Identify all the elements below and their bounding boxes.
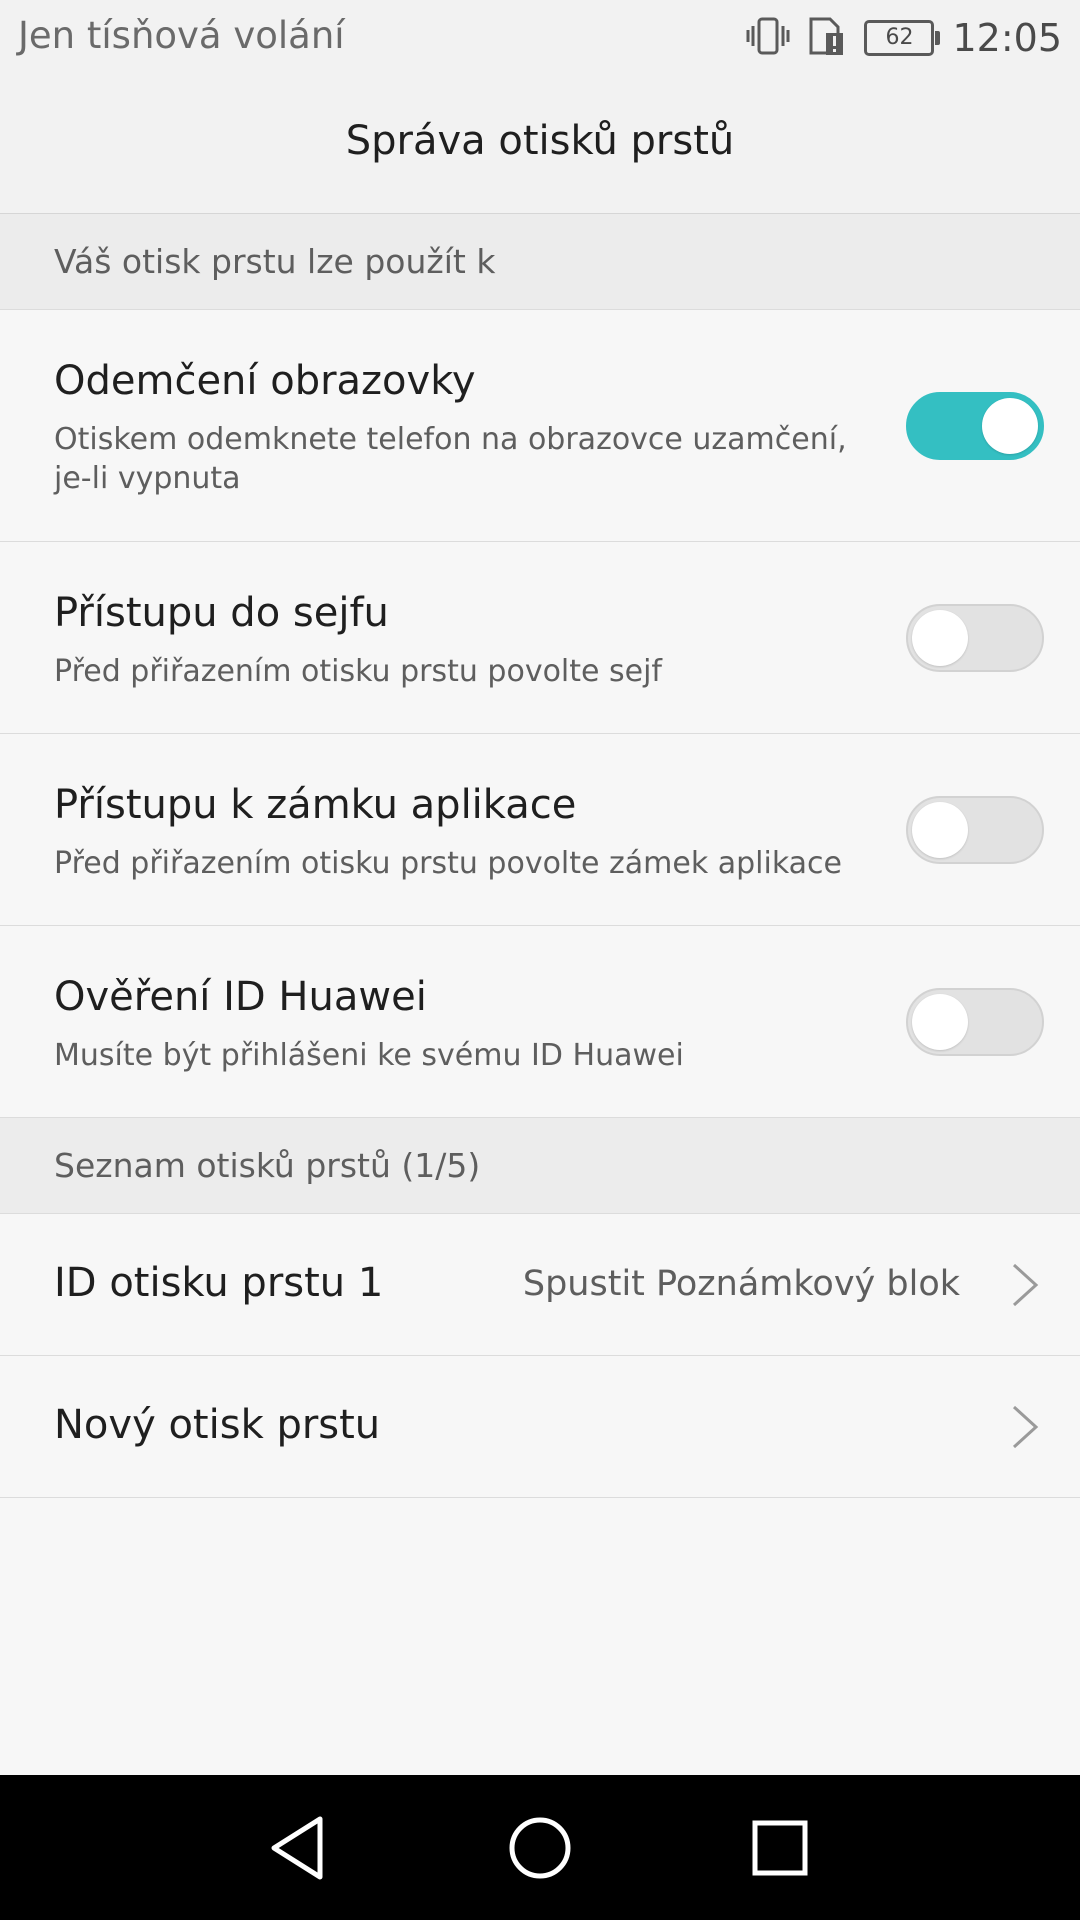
recents-icon[interactable] [743, 1811, 817, 1885]
section-header-fingerprint-list: Seznam otisků prstů (1/5) [0, 1118, 1080, 1214]
carrier-label: Jen tísňová volání [18, 14, 345, 57]
option-row-app-lock[interactable]: Přístupu k zámku aplikace Před přiřazení… [0, 734, 1080, 926]
toggle-knob [912, 802, 968, 858]
option-title: Přístupu do sejfu [54, 590, 389, 636]
home-icon[interactable] [503, 1811, 577, 1885]
vibrate-icon [746, 16, 790, 60]
new-fingerprint-row[interactable]: Nový otisk prstu [0, 1356, 1080, 1498]
toggle-knob [912, 610, 968, 666]
section-label: Seznam otisků prstů (1/5) [54, 1146, 481, 1185]
section-label: Váš otisk prstu lze použít k [54, 242, 496, 281]
chevron-right-icon [1012, 1405, 1039, 1449]
option-row-safe-access[interactable]: Přístupu do sejfu Před přiřazením otisku… [0, 542, 1080, 734]
toggle-switch-app-lock[interactable] [906, 796, 1044, 864]
fingerprint-action: Spustit Poznámkový blok [522, 1264, 960, 1304]
option-title: Ověření ID Huawei [54, 974, 427, 1020]
status-icons: 62 12:05 [746, 12, 1062, 64]
option-row-screen-unlock[interactable]: Odemčení obrazovky Otiskem odemknete tel… [0, 310, 1080, 542]
section-header-usage: Váš otisk prstu lze použít k [0, 214, 1080, 310]
battery-icon: 62 [864, 20, 941, 56]
status-bar: Jen tísňová volání 62 12:05 [0, 0, 1080, 76]
toggle-knob [912, 994, 968, 1050]
option-subtitle: Před přiřazením otisku prstu povolte zám… [54, 846, 843, 881]
new-fingerprint-title: Nový otisk prstu [54, 1402, 381, 1448]
option-subtitle: Otiskem odemknete telefon na obrazovce u… [54, 422, 847, 496]
back-icon[interactable] [262, 1811, 336, 1885]
option-title: Odemčení obrazovky [54, 358, 476, 404]
option-subtitle: Před přiřazením otisku prstu povolte sej… [54, 654, 662, 689]
fingerprint-title: ID otisku prstu 1 [54, 1260, 384, 1306]
option-title: Přístupu k zámku aplikace [54, 782, 577, 828]
navigation-bar [0, 1775, 1080, 1920]
toggle-switch-safe-access[interactable] [906, 604, 1044, 672]
option-row-huawei-id[interactable]: Ověření ID Huawei Musíte být přihlášeni … [0, 926, 1080, 1118]
option-subtitle: Musíte být přihlášeni ke svému ID Huawei [54, 1038, 684, 1073]
chevron-right-icon [1012, 1263, 1039, 1307]
sim-alert-icon [808, 15, 846, 61]
toggle-switch-huawei-id[interactable] [906, 988, 1044, 1056]
toggle-knob [982, 398, 1038, 454]
page-title: Správa otisků prstů [345, 118, 735, 164]
toggle-switch-screen-unlock[interactable] [906, 392, 1044, 460]
clock: 12:05 [952, 16, 1062, 60]
fingerprint-row-1[interactable]: ID otisku prstu 1 Spustit Poznámkový blo… [0, 1214, 1080, 1356]
title-bar: Správa otisků prstů [0, 76, 1080, 214]
